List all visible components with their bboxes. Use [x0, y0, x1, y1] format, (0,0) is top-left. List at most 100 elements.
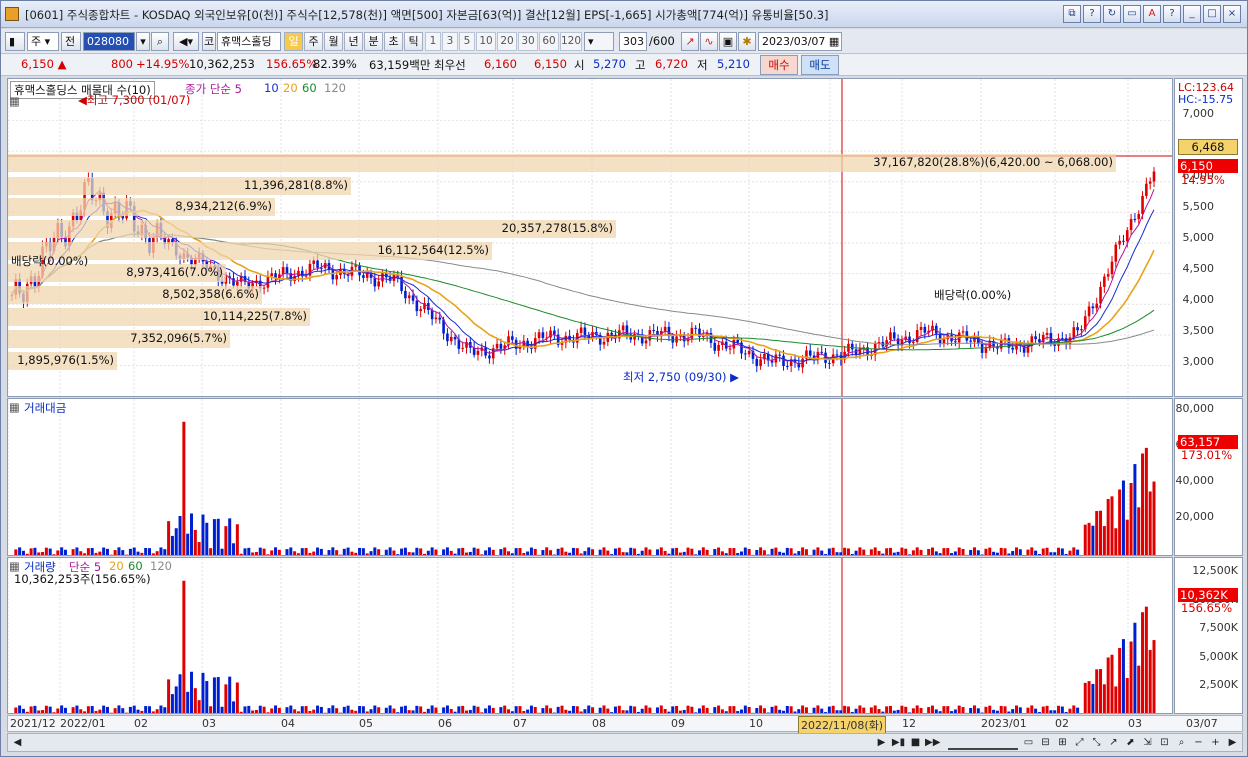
- font-icon[interactable]: A: [1143, 5, 1161, 23]
- zoom-search-icon[interactable]: ⌕: [1174, 735, 1189, 750]
- draw-icon-5[interactable]: ⇲: [1140, 735, 1155, 750]
- volume-chart-panel[interactable]: ▦ 거래량 단순 5 20 60 120 10,362,253주(156.65%…: [7, 557, 1173, 714]
- draw-icon-1[interactable]: ⤢: [1072, 735, 1087, 750]
- zoom-slider[interactable]: [948, 735, 1018, 750]
- chart-type-icon[interactable]: ▮: [5, 32, 25, 51]
- amount-bar: [709, 555, 712, 556]
- zoom-out-icon[interactable]: −: [1191, 735, 1206, 750]
- layout-icon[interactable]: ⊡: [1157, 735, 1172, 750]
- stop-icon[interactable]: ■: [908, 735, 923, 750]
- draw-icon-4[interactable]: ⬈: [1123, 735, 1138, 750]
- play-icon[interactable]: ▶: [874, 735, 889, 750]
- volume-bar: [499, 707, 503, 713]
- minimize-button[interactable]: _: [1183, 5, 1201, 23]
- view-icon-1[interactable]: ▭: [1021, 735, 1036, 750]
- price-chart-panel[interactable]: 37,167,820(28.8%)(6,420.00 ~ 6,068.00) 1…: [7, 78, 1173, 397]
- amount-bar: [83, 553, 87, 555]
- trend-tool-icon[interactable]: ↗: [681, 32, 699, 51]
- count-input[interactable]: 303: [619, 32, 647, 51]
- amount-bar: [216, 518, 220, 555]
- maximize-button[interactable]: □: [1203, 5, 1221, 23]
- draw-icon-2[interactable]: ⤡: [1089, 735, 1104, 750]
- amount-chart-svg[interactable]: [8, 399, 1173, 556]
- market-label[interactable]: 코: [202, 32, 216, 51]
- amount-bar: [358, 547, 362, 555]
- volume-bar: [465, 710, 469, 713]
- volume-bar: [575, 706, 579, 713]
- sell-button[interactable]: 매도: [801, 55, 839, 75]
- save-icon[interactable]: ▣: [719, 32, 737, 51]
- scroll-left-icon[interactable]: ◀: [10, 735, 25, 750]
- period-month[interactable]: 월: [324, 32, 343, 51]
- volume-bar: [21, 708, 25, 713]
- scroll-controls[interactable]: ◀ ▶ ▶▮ ■ ▶▶ ▭ ⊟ ⊞ ⤢ ⤡ ↗ ⬈ ⇲ ⊡ ⌕ − + ▶: [7, 733, 1243, 752]
- stock-name-field[interactable]: 휴맥스홀딩: [217, 32, 281, 51]
- amount-bar: [361, 548, 365, 555]
- date-input[interactable]: 2023/03/07 ▦: [758, 32, 842, 51]
- prev-button[interactable]: 전: [61, 32, 81, 51]
- interval-60[interactable]: 60: [539, 32, 559, 51]
- zoom-in-icon[interactable]: +: [1208, 735, 1223, 750]
- search-icon[interactable]: ⌕: [151, 32, 169, 51]
- amount-bar: [793, 553, 797, 555]
- grid-icon[interactable]: ▦: [9, 94, 20, 108]
- fast-forward-icon[interactable]: ▶▶: [925, 735, 940, 750]
- interval-5[interactable]: 5: [459, 32, 475, 51]
- amount-bar: [854, 550, 858, 555]
- interval-custom-input[interactable]: ▾: [584, 32, 614, 51]
- interval-10[interactable]: 10: [476, 32, 496, 51]
- settings-gear-icon[interactable]: ✱: [738, 32, 756, 51]
- volume-bar: [327, 708, 331, 713]
- code-input[interactable]: 028080: [83, 32, 135, 51]
- amount-bar: [44, 547, 48, 555]
- code-dropdown-icon[interactable]: ▾: [136, 32, 150, 51]
- interval-120[interactable]: 120: [560, 32, 582, 51]
- close-button[interactable]: ×: [1223, 5, 1241, 23]
- link-icon[interactable]: ⧉: [1063, 5, 1081, 23]
- type-select[interactable]: 주 ▾: [27, 32, 59, 51]
- indicator-tool-icon[interactable]: ∿: [700, 32, 718, 51]
- candle-body: [362, 275, 365, 278]
- period-year[interactable]: 년: [344, 32, 363, 51]
- amount-bar: [850, 553, 854, 555]
- amount-bar: [415, 547, 419, 555]
- speaker-icon[interactable]: ◀▾: [173, 32, 199, 51]
- candle-body: [1034, 336, 1037, 340]
- candle-body: [1137, 213, 1141, 220]
- volume-bar: [770, 706, 774, 713]
- view-icon-2[interactable]: ⊟: [1038, 735, 1053, 750]
- volume-bar: [571, 705, 575, 713]
- period-tick[interactable]: 틱: [404, 32, 423, 51]
- amount-chart-panel[interactable]: ▦ 거래대금: [7, 398, 1173, 556]
- amount-bar: [671, 548, 675, 555]
- date-label: 03: [1128, 717, 1142, 730]
- interval-30[interactable]: 30: [518, 32, 538, 51]
- period-day[interactable]: 일: [284, 32, 303, 51]
- buy-button[interactable]: 매수: [760, 55, 798, 75]
- refresh-icon[interactable]: ↻: [1103, 5, 1121, 23]
- period-week[interactable]: 주: [304, 32, 323, 51]
- amount-bar: [224, 526, 228, 555]
- amount-bar: [434, 549, 438, 555]
- view-icon-3[interactable]: ⊞: [1055, 735, 1070, 750]
- candle-body: [495, 343, 499, 349]
- next-icon[interactable]: ▶▮: [891, 735, 906, 750]
- amount-bar: [293, 551, 297, 555]
- volume-profile-bar-1: 37,167,820(28.8%)(6,420.00 ~ 6,068.00): [8, 154, 1116, 172]
- period-second[interactable]: 초: [384, 32, 403, 51]
- scroll-right-icon[interactable]: ▶: [1225, 735, 1240, 750]
- volume-bar: [923, 712, 927, 713]
- volume-chart-svg[interactable]: [8, 558, 1173, 714]
- volume-bar: [533, 706, 537, 713]
- period-minute[interactable]: 분: [364, 32, 383, 51]
- draw-icon-3[interactable]: ↗: [1106, 735, 1121, 750]
- question-icon[interactable]: ?: [1163, 5, 1181, 23]
- volume-bar: [403, 705, 407, 713]
- interval-1[interactable]: 1: [425, 32, 441, 51]
- best-price-label: 최우선: [434, 58, 466, 72]
- interval-20[interactable]: 20: [497, 32, 517, 51]
- price-chart-svg[interactable]: [8, 79, 1173, 397]
- interval-3[interactable]: 3: [442, 32, 458, 51]
- help-icon[interactable]: ?: [1083, 5, 1101, 23]
- screen-icon[interactable]: ▭: [1123, 5, 1141, 23]
